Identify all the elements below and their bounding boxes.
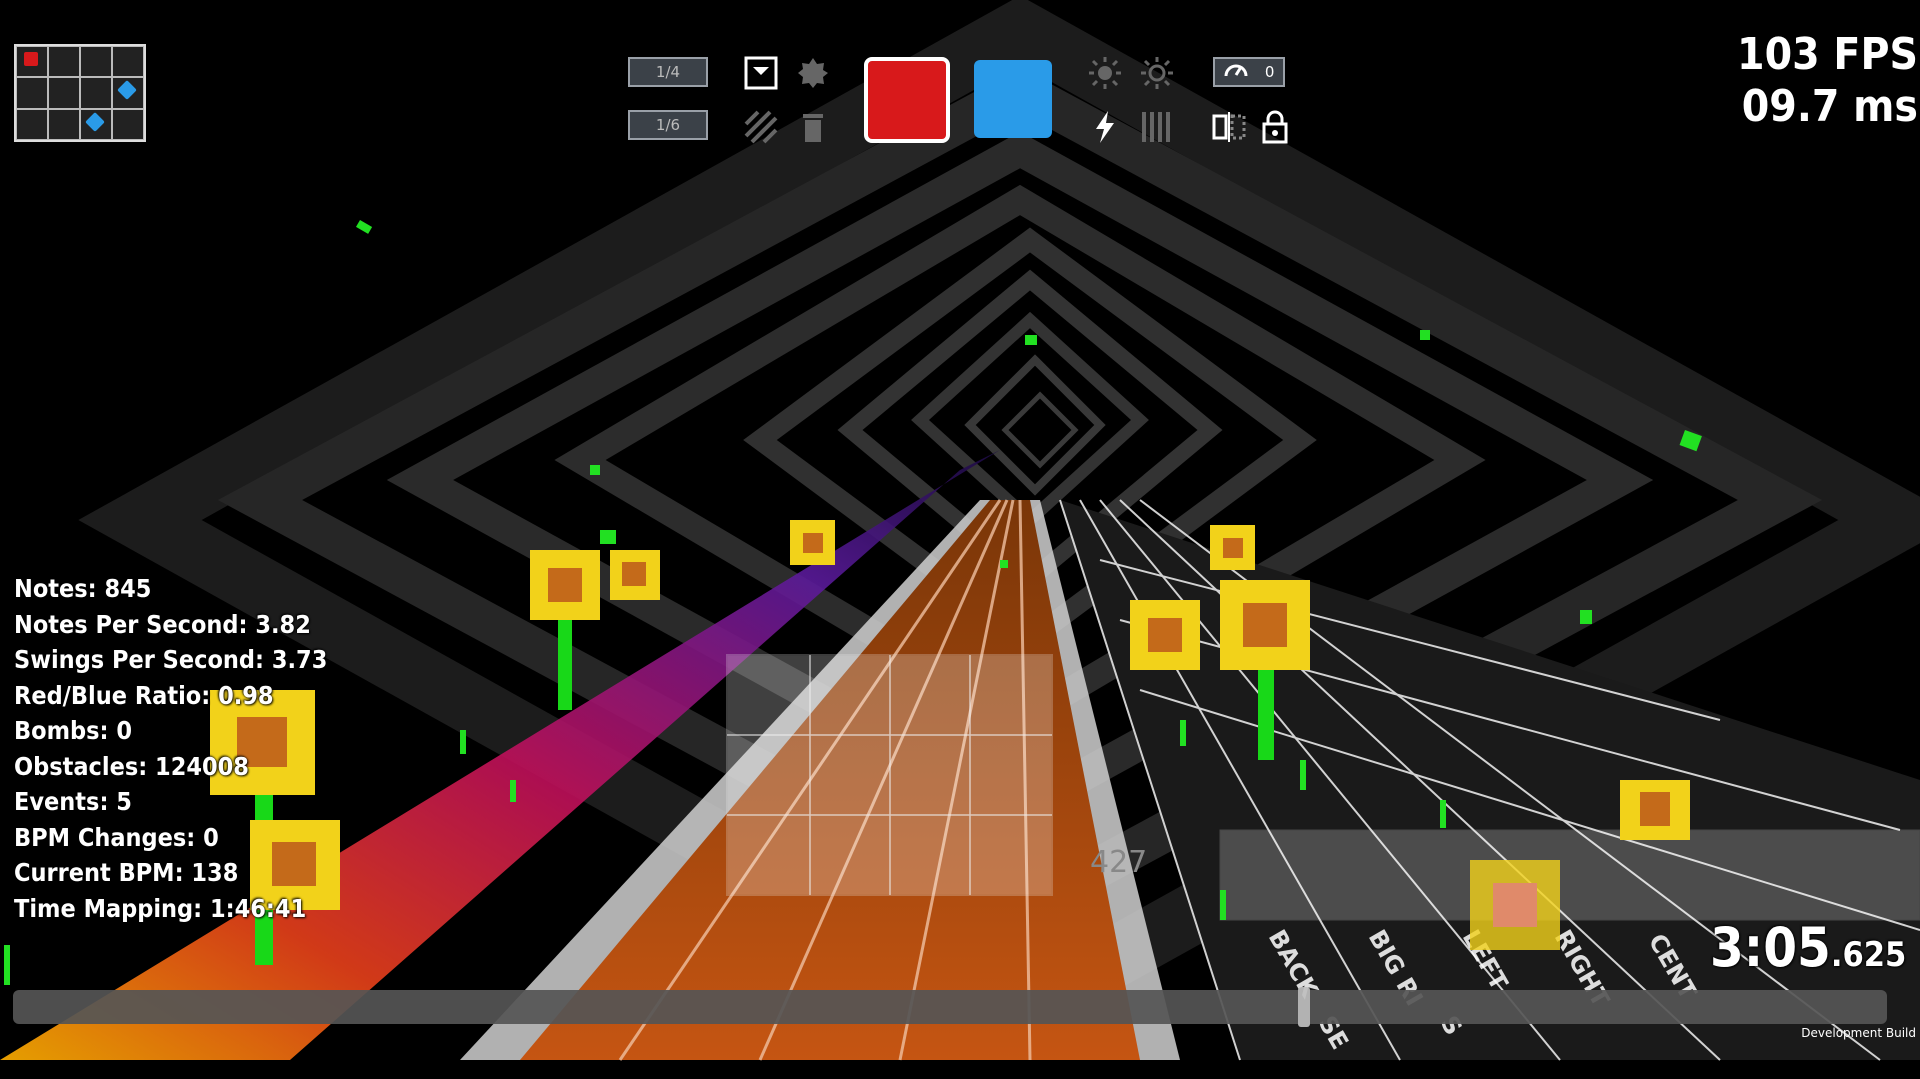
song-time-fraction: .625 [1830,935,1907,975]
obstacle-icon[interactable] [744,110,778,144]
stat-current-bpm: Current BPM: 138 [14,858,239,887]
minimap-cell[interactable] [48,46,80,78]
minimap-cell[interactable] [16,108,48,140]
minimap-cell[interactable] [16,77,48,109]
development-build-label: Development Build [1801,1026,1916,1040]
mirror-icon[interactable] [1212,110,1246,144]
note-grid-minimap[interactable] [14,44,146,142]
precision-primary-field[interactable]: 1/4 [628,57,708,87]
song-timeline-slider[interactable] [13,987,1887,1027]
light-off-icon[interactable] [1140,56,1174,90]
beat-marker: 427 [1090,845,1147,880]
timeline-handle[interactable] [1298,987,1311,1027]
note-icon[interactable] [744,56,778,90]
stat-bombs: Bombs: 0 [14,716,132,745]
minimap-cell[interactable] [112,77,144,109]
stat-notes: Notes: 845 [14,574,152,603]
fps-counter: 103 FPS [1737,29,1918,80]
precision-secondary-field[interactable]: 1/6 [628,110,708,140]
speed-field[interactable]: 0 [1213,57,1285,87]
bolt-icon[interactable] [1088,110,1122,144]
song-time-main: 3:05 [1710,916,1831,979]
minimap-cell[interactable] [16,46,48,78]
stat-notes-per-second: Notes Per Second: 3.82 [14,609,311,639]
stat-swings-per-second: Swings Per Second: 3.73 [14,645,328,674]
song-time-display: 3:05.625 [1710,918,1906,985]
minimap-cell[interactable] [80,77,112,109]
minimap-cell[interactable] [48,77,80,109]
stat-red-blue-ratio: Red/Blue Ratio: 0.98 [14,680,274,710]
minimap-cell[interactable] [112,108,144,140]
delete-icon[interactable] [796,110,830,144]
bars-icon[interactable] [1140,110,1174,144]
minimap-cell[interactable] [80,108,112,140]
map-stats-panel: Notes: 845 Notes Per Second: 3.82 Swings… [14,571,327,926]
minimap-blue-note [117,80,137,101]
minimap-cell[interactable] [80,46,112,78]
left-note-color-button[interactable] [864,57,950,143]
right-note-color-button[interactable] [974,60,1052,138]
minimap-cell[interactable] [112,46,144,78]
minimap-cell[interactable] [48,108,80,140]
stat-obstacles: Obstacles: 124008 [14,751,249,781]
speed-value: 0 [1264,63,1275,81]
minimap-blue-note [85,111,105,132]
lock-icon[interactable] [1258,110,1292,144]
stat-time-mapping: Time Mapping: 1:46:41 [14,893,307,923]
frame-time: 09.7 ms [1741,81,1918,132]
stat-events: Events: 5 [14,787,132,816]
speedometer-icon [1224,60,1248,84]
light-on-icon[interactable] [1088,56,1122,90]
stat-bpm-changes: BPM Changes: 0 [14,822,219,852]
bomb-icon[interactable] [796,56,830,90]
minimap-red-note [24,52,38,66]
